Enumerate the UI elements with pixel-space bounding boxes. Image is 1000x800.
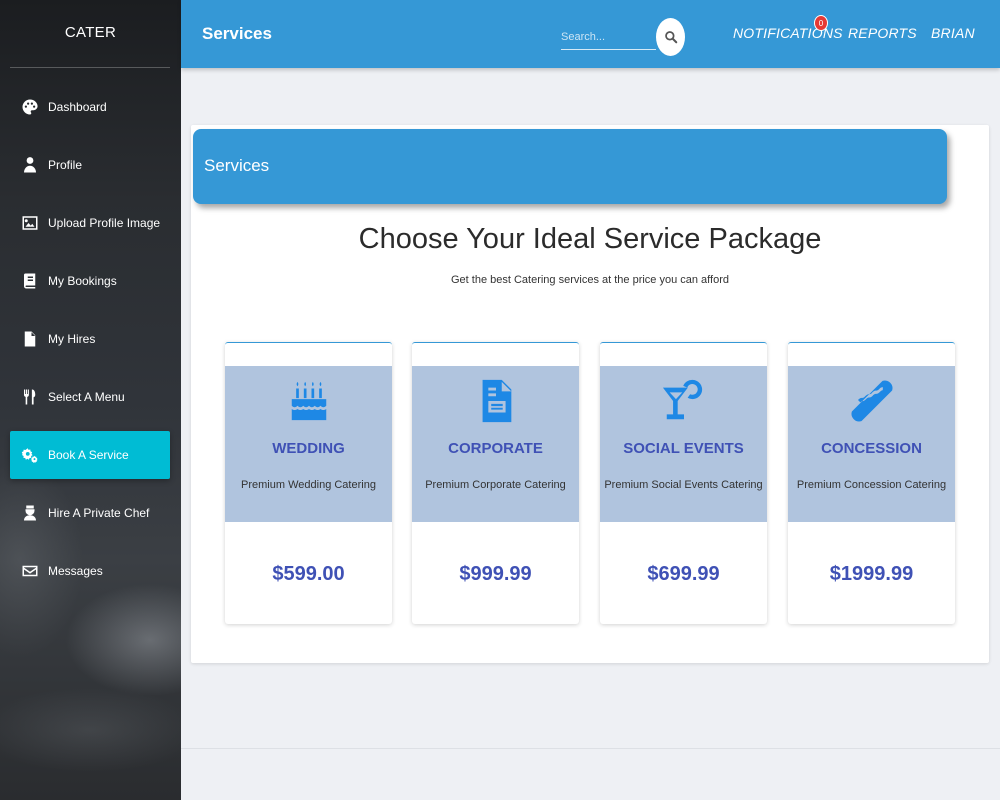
package-description: Premium Wedding Catering xyxy=(241,479,376,491)
package-description: Premium Concession Catering xyxy=(796,479,947,491)
sidebar-item-book-a-service[interactable]: Book A Service xyxy=(10,431,170,479)
sidebar-item-label: Book A Service xyxy=(48,448,129,462)
package-card-wedding[interactable]: WEDDING Premium Wedding Catering $599.00 xyxy=(225,342,392,624)
birthday-cake-icon xyxy=(225,376,392,426)
footer-divider xyxy=(181,748,1000,749)
top-navbar: Services NOTIFICATIONS 0 REPORTS BRIAN xyxy=(181,0,1000,68)
search-button[interactable] xyxy=(656,18,685,56)
sidebar-item-label: Dashboard xyxy=(48,100,107,114)
package-price: $699.99 xyxy=(647,563,720,585)
search-icon xyxy=(664,31,677,44)
headline: Choose Your Ideal Service Package xyxy=(358,223,822,255)
package-band: CORPORATE Premium Corporate Catering xyxy=(412,366,579,522)
package-band: CONCESSION Premium Concession Catering xyxy=(788,366,955,522)
package-price: $1999.99 xyxy=(829,563,914,585)
user-icon xyxy=(20,155,40,175)
sidebar-item-label: Profile xyxy=(48,158,83,172)
sidebar-item-label: Hire A Private Chef xyxy=(48,506,150,520)
card-header: Services xyxy=(193,129,947,204)
envelope-icon xyxy=(20,561,40,581)
reports-link[interactable]: REPORTS xyxy=(848,25,917,41)
book-icon xyxy=(20,271,40,291)
package-price: $999.99 xyxy=(459,563,532,585)
sidebar-item-label: Messages xyxy=(48,564,103,578)
subheadline: Get the best Catering services at the pr… xyxy=(450,274,729,286)
sidebar-item-my-hires[interactable]: My Hires xyxy=(10,315,170,363)
palette-icon xyxy=(20,97,40,117)
package-card-social-events[interactable]: SOCIAL EVENTS Premium Social Events Cate… xyxy=(600,342,767,624)
chef-icon xyxy=(20,503,40,523)
hotdog-icon xyxy=(788,376,955,426)
sidebar-item-label: Select A Menu xyxy=(48,390,125,404)
package-card-corporate[interactable]: CORPORATE Premium Corporate Catering $99… xyxy=(412,342,579,624)
brand-divider xyxy=(10,67,170,68)
package-name: CONCESSION xyxy=(821,440,922,457)
card-header-title: Services xyxy=(204,156,270,175)
services-card: Services Choose Your Ideal Service Packa… xyxy=(191,125,989,663)
search-input[interactable] xyxy=(561,24,656,50)
sidebar-item-label: Upload Profile Image xyxy=(48,216,161,230)
sidebar-item-messages[interactable]: Messages xyxy=(10,547,170,595)
package-name: CORPORATE xyxy=(448,440,543,457)
sidebar-item-profile[interactable]: Profile xyxy=(10,141,170,189)
cogs-icon xyxy=(20,445,40,465)
package-name: WEDDING xyxy=(272,440,345,457)
user-menu-link[interactable]: BRIAN xyxy=(931,25,975,41)
sidebar-item-label: My Bookings xyxy=(48,274,117,288)
page-title: Services xyxy=(202,24,272,43)
package-description: Premium Social Events Catering xyxy=(604,479,763,491)
package-band: SOCIAL EVENTS Premium Social Events Cate… xyxy=(600,366,767,522)
package-band: WEDDING Premium Wedding Catering xyxy=(225,366,392,522)
image-icon xyxy=(20,213,40,233)
sidebar-item-my-bookings[interactable]: My Bookings xyxy=(10,257,170,305)
brand-logo[interactable]: CATER xyxy=(0,24,181,41)
sidebar-item-upload-profile-image[interactable]: Upload Profile Image xyxy=(10,199,170,247)
sidebar-item-label: My Hires xyxy=(48,332,96,346)
notifications-badge: 0 xyxy=(814,15,828,31)
file-icon xyxy=(20,329,40,349)
sidebar-nav: Dashboard Profile Upload Profile Image M… xyxy=(10,83,170,605)
cocktail-icon xyxy=(600,376,767,426)
document-icon xyxy=(412,376,579,426)
sidebar-item-hire-a-private-chef[interactable]: Hire A Private Chef xyxy=(10,489,170,537)
sidebar-item-select-a-menu[interactable]: Select A Menu xyxy=(10,373,170,421)
package-name: SOCIAL EVENTS xyxy=(623,440,744,457)
package-card-concession[interactable]: CONCESSION Premium Concession Catering $… xyxy=(788,342,955,624)
sidebar-item-dashboard[interactable]: Dashboard xyxy=(10,83,170,131)
package-price: $599.00 xyxy=(272,563,345,585)
package-description: Premium Corporate Catering xyxy=(425,479,566,491)
sidebar: CATER Dashboard Profile Upload Profile I… xyxy=(0,0,181,800)
utensils-icon xyxy=(20,387,40,407)
